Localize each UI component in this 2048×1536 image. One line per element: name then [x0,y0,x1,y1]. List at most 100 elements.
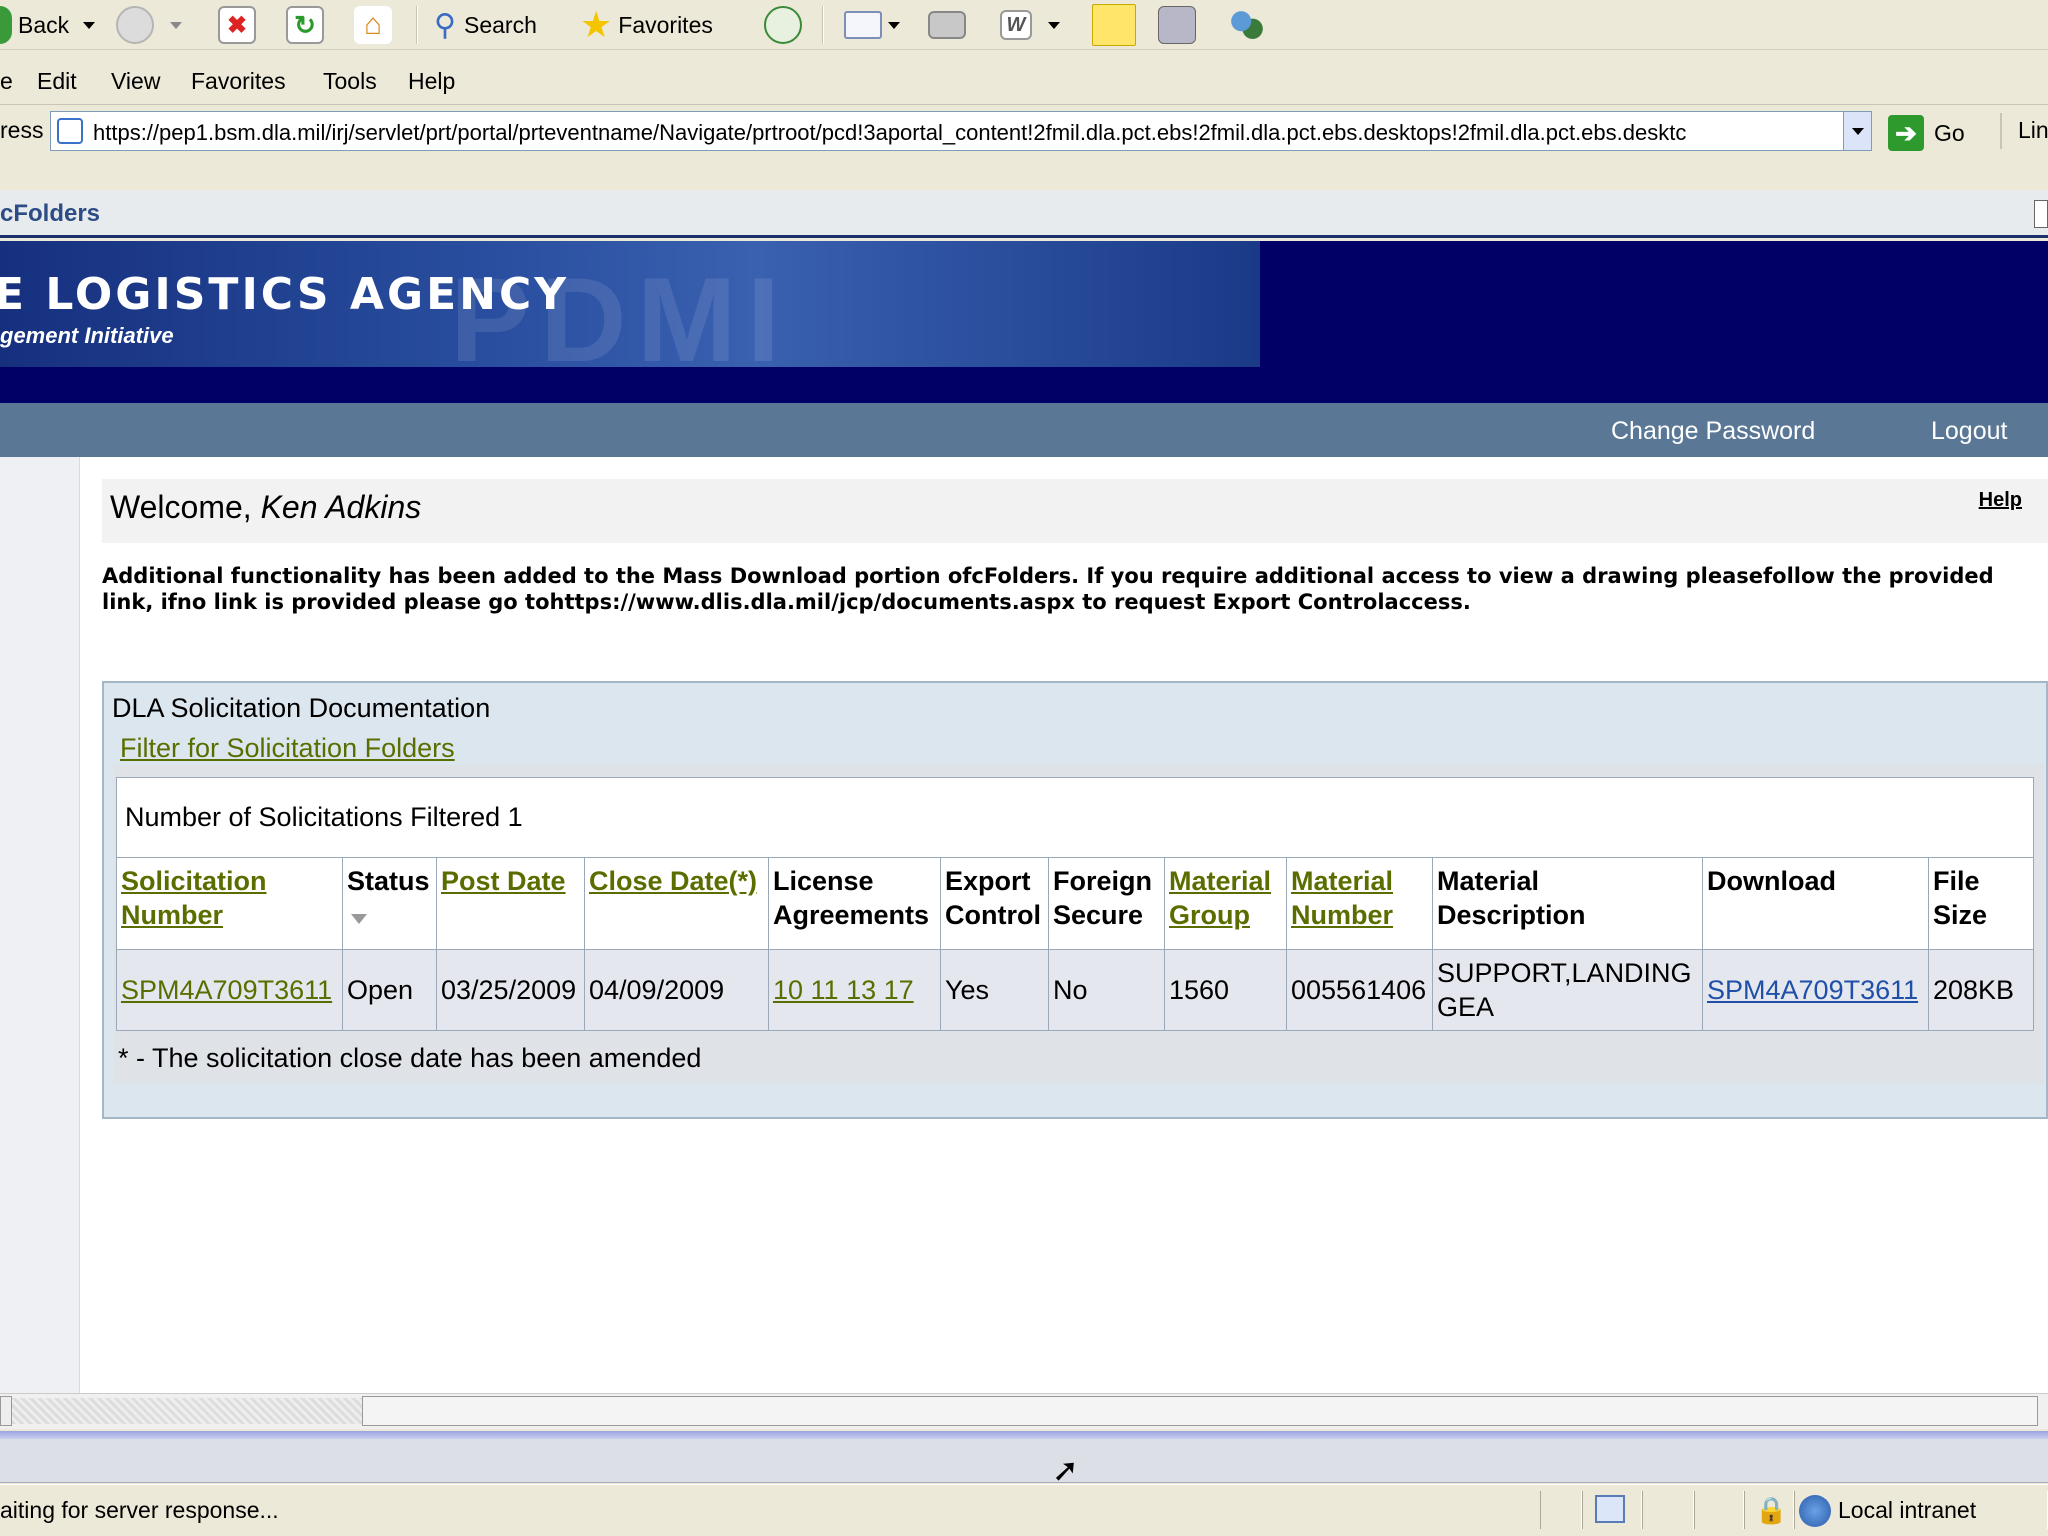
back-label: Back [18,11,70,38]
panel-title: DLA Solicitation Documentation [112,693,491,723]
cell-download-link[interactable]: SPM4A709T3611 [1702,949,1929,1031]
back-dropdown-icon[interactable] [83,21,96,29]
forward-dropdown-icon[interactable] [170,21,182,29]
home-button[interactable]: ⌂ [354,6,392,44]
edit-dropdown-icon[interactable] [1048,21,1060,29]
research-button[interactable] [1158,6,1196,44]
back-arrow-icon [0,6,12,44]
note-icon [1092,4,1136,46]
refresh-button[interactable]: ↻ [286,6,324,44]
cell-material-description: SUPPORT,LANDING GEA [1432,949,1703,1031]
portal-title-bar: cFolders [0,190,2048,238]
cell-solicitation-number[interactable]: SPM4A709T3611 [116,949,343,1031]
messenger-button[interactable] [1226,6,1264,44]
print-button[interactable] [928,6,966,44]
menu-favorites[interactable]: Favorites [191,68,286,95]
links-label[interactable]: Lin [2018,117,2048,144]
forward-button[interactable] [116,6,182,44]
edit-button[interactable]: W [1000,6,1060,44]
refresh-icon: ↻ [286,6,324,44]
history-button[interactable] [764,6,802,44]
cell-material-group: 1560 [1164,949,1287,1031]
col-header-material-description: Material Description [1432,857,1703,950]
table-row: SPM4A709T3611 Open 03/25/2009 04/09/2009… [116,949,2034,1031]
footnote: * - The solicitation close date has been… [118,1043,702,1073]
horizontal-scrollbar[interactable] [0,1393,2048,1429]
cell-license-agreements[interactable]: 10 11 13 17 [768,949,941,1031]
search-icon: ⚲ [434,8,456,42]
portal-title: cFolders [0,200,101,227]
logout-link[interactable]: Logout [1931,417,2007,446]
address-dropdown-button[interactable] [1843,112,1871,150]
address-bar: ress https://pep1.bsm.dla.mil/irj/servle… [0,104,2048,156]
menu-lines-icon[interactable] [2034,200,2048,228]
cell-status: Open [342,949,437,1031]
frame-divider [0,1431,2048,1439]
left-navigation-pane [0,457,80,1393]
word-icon: W [1000,10,1032,40]
favorites-button[interactable]: ★ Favorites [580,4,713,45]
address-label: ress [0,117,44,143]
col-header-download: Download [1702,857,1929,950]
header-line: Group [1169,900,1250,930]
cell-material-number: 005561406 [1286,949,1433,1031]
agency-banner: PDMI E LOGISTICS AGENCY gement Initiativ… [0,241,2048,403]
col-header-material-number[interactable]: Material Number [1286,857,1433,950]
sort-arrow-icon[interactable] [351,914,367,924]
col-header-solicitation-number[interactable]: Solicitation Number [116,857,343,950]
col-header-material-group[interactable]: Material Group [1164,857,1287,950]
header-line: Status [347,866,430,896]
change-password-link[interactable]: Change Password [1611,417,1815,446]
scrollbar-track[interactable] [12,1398,362,1424]
search-button[interactable]: ⚲ Search [434,6,537,44]
lock-icon: 🔒 [1755,1495,1788,1525]
scrollbar-thumb[interactable] [362,1396,2038,1426]
mail-dropdown-icon[interactable] [888,21,900,29]
menu-file[interactable]: e [0,68,13,95]
header-line: Material [1169,866,1272,896]
header-line: Foreign [1053,866,1152,896]
header-line: Close Date(*) [589,866,758,896]
welcome-prefix: Welcome, [110,489,261,525]
col-header-close-date[interactable]: Close Date(*) [584,857,769,950]
menu-help[interactable]: Help [408,68,455,95]
scroll-left-arrow-icon[interactable] [0,1396,12,1426]
help-link[interactable]: Help [1979,489,2022,512]
cell-close-date: 04/09/2009 [584,949,769,1031]
stop-button[interactable]: ✖ [218,6,256,44]
header-line: Download [1707,866,1836,896]
menu-tools[interactable]: Tools [323,68,377,95]
filter-solicitation-link[interactable]: Filter for Solicitation Folders [120,733,455,764]
header-line: License [773,866,874,896]
forward-arrow-icon [116,6,154,44]
user-name: Ken Adkins [260,489,422,525]
note-button[interactable] [1092,4,1136,46]
go-button[interactable]: ➔ Go [1888,113,1965,153]
agency-name: E LOGISTICS AGENCY [0,269,570,320]
zone-text: Local intranet [1838,1497,1977,1523]
printer-icon [928,11,966,39]
menu-view[interactable]: View [111,68,160,95]
home-icon: ⌂ [354,6,392,44]
cell-export-control: Yes [940,949,1049,1031]
header-line: Number [1291,900,1394,930]
cell-foreign-secure: No [1048,949,1165,1031]
go-arrow-icon: ➔ [1888,115,1924,151]
header-line: Export [945,866,1031,896]
back-button[interactable]: Back [0,6,96,44]
research-icon [1158,6,1196,44]
mail-button[interactable] [844,6,900,44]
mail-icon [844,11,882,39]
header-line: Agreements [773,900,930,930]
welcome-header: Welcome, Ken Adkins Help [102,479,2048,543]
menu-edit[interactable]: Edit [37,68,77,95]
status-cell: 🔒 [1744,1491,1794,1529]
col-header-post-date[interactable]: Post Date [436,857,585,950]
status-cell [1694,1491,1744,1529]
address-input[interactable]: https://pep1.bsm.dla.mil/irj/servlet/prt… [50,111,1872,151]
header-line: Solicitation [121,866,267,896]
menu-bar: e Edit View Favorites Tools Help [0,64,2048,102]
toolbar-separator [2000,113,2002,149]
header-line: Material [1437,866,1540,896]
history-icon [764,6,802,44]
